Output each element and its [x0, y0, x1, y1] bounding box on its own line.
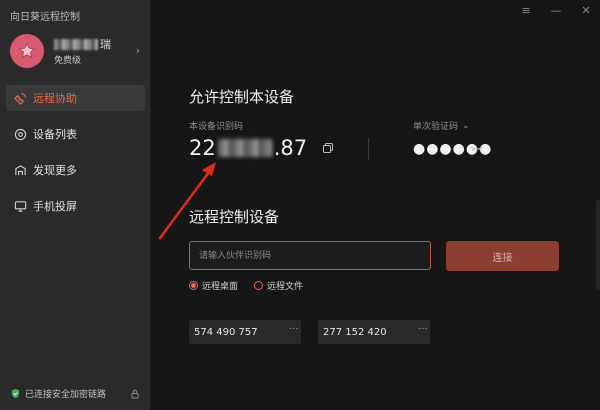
- radio-label: 远程文件: [267, 282, 304, 292]
- connect-button[interactable]: 连接: [446, 241, 559, 271]
- radio-remote-desktop[interactable]: 远程桌面: [189, 279, 238, 292]
- sidebar-item-label: 设备列表: [33, 128, 77, 141]
- radio-indicator: [189, 281, 198, 290]
- sidebar-item-remote-assist[interactable]: 远程协助: [6, 85, 145, 111]
- sidebar-item-label: 手机投屏: [33, 200, 77, 213]
- menu-icon[interactable]: ≡: [518, 4, 534, 17]
- recent-device-id: 277 152 420: [323, 326, 387, 338]
- avatar[interactable]: [10, 34, 44, 68]
- sidebar-item-label: 远程协助: [33, 92, 77, 105]
- user-name: 瑞: [54, 36, 111, 52]
- user-level: 免费级: [54, 56, 82, 66]
- close-icon[interactable]: ✕: [578, 4, 594, 17]
- app-window: 向日葵远程控制 瑞 免费级 › 远程协助 设备列表 发现更多 手机投屏 已连接安…: [0, 0, 600, 410]
- partner-id-input[interactable]: [189, 241, 431, 270]
- eye-closed-icon[interactable]: [470, 145, 483, 153]
- verification-code-selector[interactable]: 单次验证码 ⌄: [413, 119, 470, 133]
- star-icon: [18, 42, 36, 59]
- sidebar-item-label: 发现更多: [33, 164, 77, 177]
- connection-status-text: 已连接安全加密链路: [25, 390, 107, 400]
- discover-icon: [15, 164, 26, 175]
- app-title: 向日葵远程控制: [10, 12, 80, 23]
- device-id-prefix: 22: [189, 136, 216, 160]
- recent-device-id: 574 490 757: [194, 326, 258, 338]
- radio-label: 远程桌面: [202, 282, 239, 292]
- redacted-name: [54, 38, 98, 50]
- device-list-icon: [14, 128, 27, 140]
- allow-control-heading: 允许控制本设备: [189, 88, 295, 106]
- divider: [368, 138, 369, 160]
- redacted-device-id: [217, 139, 272, 157]
- copy-icon[interactable]: [322, 142, 334, 154]
- sidebar-nav: 远程协助 设备列表 发现更多 手机投屏: [6, 85, 145, 229]
- user-name-suffix: 瑞: [100, 38, 111, 51]
- connection-mode-group: 远程桌面 远程文件: [189, 279, 319, 292]
- connection-status: 已连接安全加密链路: [10, 387, 140, 400]
- minimize-icon[interactable]: —: [548, 4, 564, 17]
- verification-code-label: 单次验证码: [413, 122, 459, 132]
- shield-check-icon: [11, 388, 20, 399]
- window-controls: ≡ — ✕: [518, 4, 594, 17]
- sidebar: 向日葵远程控制 瑞 免费级 › 远程协助 设备列表 发现更多 手机投屏 已连接安…: [0, 0, 151, 410]
- more-options-icon[interactable]: ⋮: [288, 324, 298, 333]
- radio-indicator: [254, 281, 264, 290]
- device-id-suffix: .87: [273, 136, 308, 160]
- sidebar-item-discover[interactable]: 发现更多: [6, 157, 145, 183]
- device-id: 22 .87: [189, 136, 307, 160]
- device-id-label: 本设备识别码: [189, 122, 244, 132]
- radio-remote-file[interactable]: 远程文件: [254, 279, 303, 292]
- remote-assist-icon: [14, 92, 27, 105]
- recent-device-card[interactable]: 277 152 420 ⋮: [318, 320, 430, 344]
- recent-device-card[interactable]: 574 490 757 ⋮: [189, 320, 301, 344]
- lock-icon[interactable]: [130, 389, 140, 399]
- chevron-right-icon[interactable]: ›: [136, 44, 140, 57]
- remote-control-heading: 远程控制设备: [189, 208, 280, 226]
- scrollbar[interactable]: [596, 200, 600, 290]
- chevron-down-icon: ⌄: [462, 120, 470, 131]
- sidebar-item-device-list[interactable]: 设备列表: [6, 121, 145, 147]
- sidebar-item-screen-cast[interactable]: 手机投屏: [6, 193, 145, 219]
- user-profile[interactable]: 瑞 免费级 ›: [10, 32, 142, 72]
- screen-cast-icon: [14, 200, 27, 212]
- more-options-icon[interactable]: ⋮: [417, 324, 427, 333]
- main-panel: ≡ — ✕ 允许控制本设备 本设备识别码 22 .87 单次验证码 ⌄ ●●●●…: [151, 0, 600, 410]
